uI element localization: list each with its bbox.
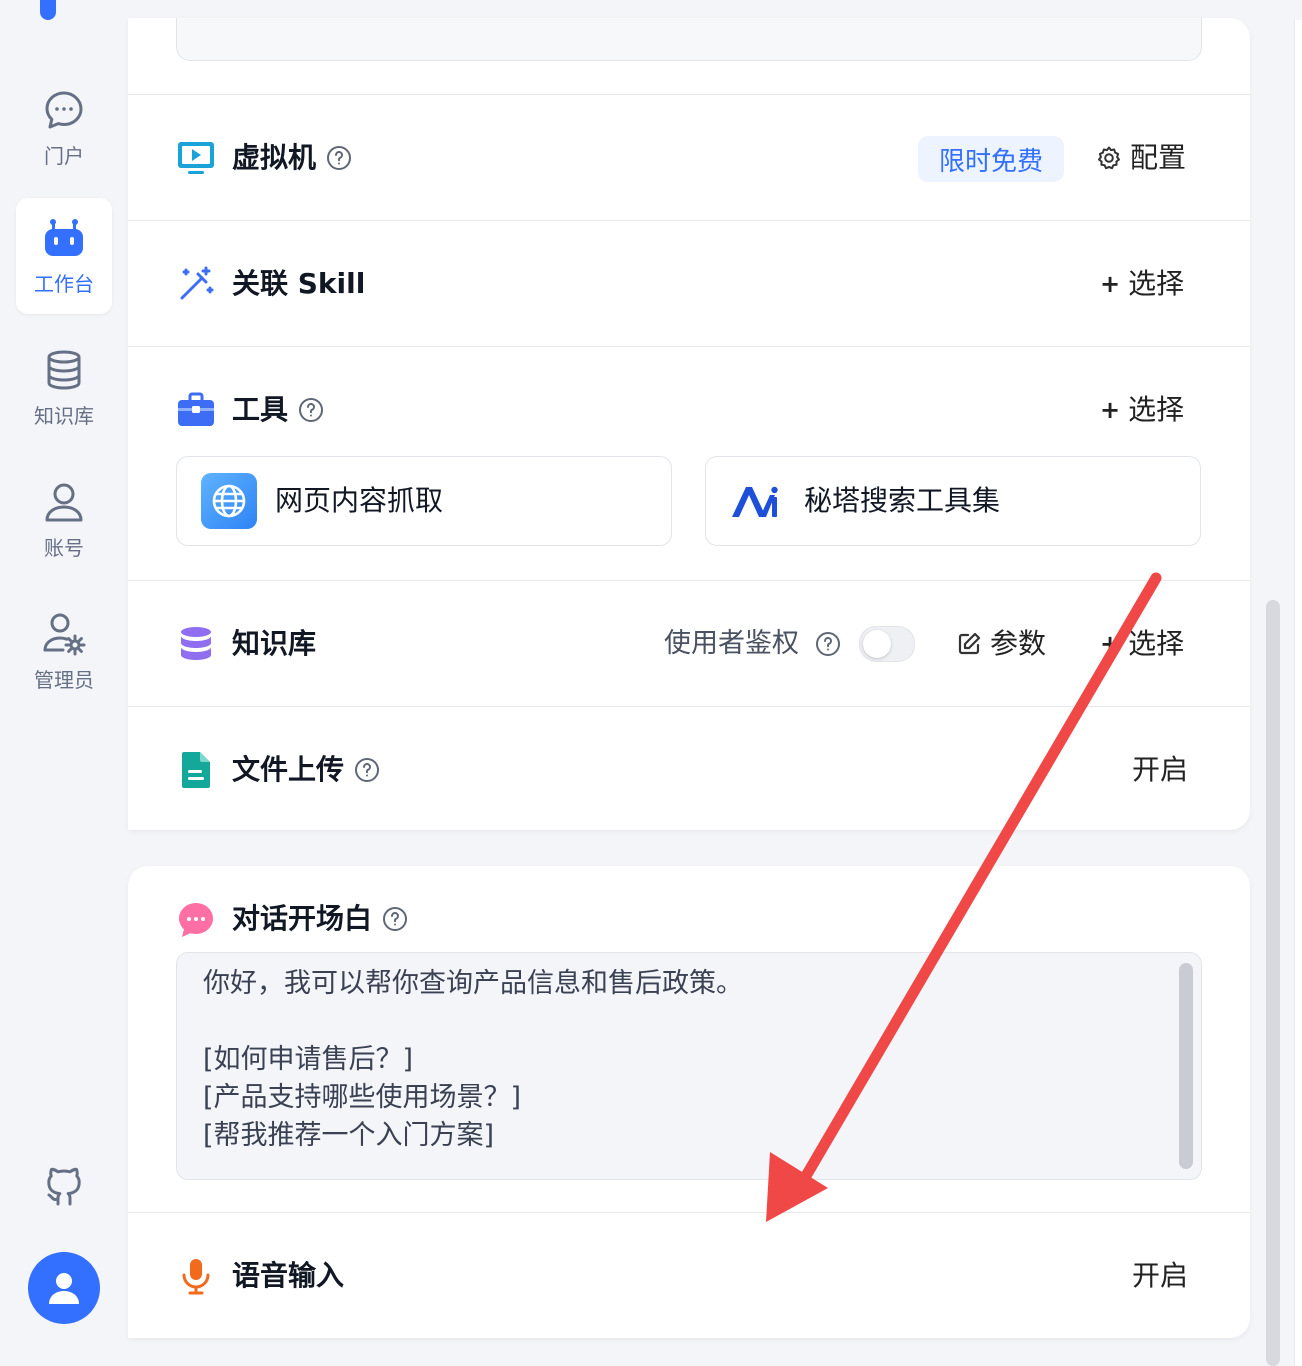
params-label: 参数 bbox=[990, 627, 1047, 660]
voice-title: 语音输入 bbox=[232, 1259, 345, 1292]
file-icon bbox=[182, 752, 210, 788]
plus-icon: + bbox=[1100, 270, 1121, 298]
help-icon[interactable] bbox=[354, 757, 380, 783]
edit-icon bbox=[958, 632, 981, 655]
help-icon[interactable] bbox=[382, 906, 408, 932]
opening-textarea[interactable]: 你好，我可以帮你查询产品信息和售后政策。 [如何申请售后？] [产品支持哪些使用… bbox=[176, 952, 1202, 1180]
sidebar-item-label: 账号 bbox=[44, 535, 84, 560]
knowledge-title: 知识库 bbox=[232, 627, 317, 660]
vm-config-button[interactable]: 配置 bbox=[1096, 139, 1186, 177]
database-icon bbox=[47, 350, 81, 390]
tools-select-button[interactable]: + 选择 bbox=[1100, 391, 1184, 429]
dialog-card: 对话开场白 你好，我可以帮你查询产品信息和售后政策。 [如何申请售后？] [产品… bbox=[128, 866, 1250, 1338]
prompt-input-box[interactable] bbox=[176, 18, 1202, 61]
vm-title: 虚拟机 bbox=[232, 141, 317, 174]
params-button[interactable]: 参数 bbox=[956, 625, 1046, 663]
free-badge: 限时免费 bbox=[918, 136, 1064, 182]
plus-icon: + bbox=[1100, 396, 1121, 424]
voice-enable-button[interactable]: 开启 bbox=[1132, 1257, 1188, 1295]
database-icon bbox=[181, 627, 211, 660]
user-avatar-icon bbox=[49, 1273, 79, 1304]
sidebar-item-knowledge[interactable]: 知识库 bbox=[16, 330, 112, 446]
sidebar-item-label: 管理员 bbox=[34, 667, 94, 692]
metaso-logo-icon bbox=[730, 473, 786, 529]
upload-enable-button[interactable]: 开启 bbox=[1132, 751, 1188, 789]
help-icon[interactable] bbox=[326, 145, 352, 171]
sidebar-item-label: 工作台 bbox=[34, 271, 94, 296]
upload-title: 文件上传 bbox=[232, 753, 345, 786]
sidebar-item-label: 门户 bbox=[44, 143, 84, 168]
skill-row: 关联 Skill + 选择 bbox=[128, 220, 1250, 347]
upload-row: 文件上传 开启 bbox=[128, 706, 1250, 833]
knowledge-select-button[interactable]: + 选择 bbox=[1100, 625, 1184, 663]
user-avatar[interactable] bbox=[28, 1252, 100, 1324]
knowledge-select-label: 选择 bbox=[1128, 627, 1185, 660]
tool-card-metaso-search[interactable]: 秘塔搜索工具集 bbox=[705, 456, 1201, 546]
auth-label: 使用者鉴权 bbox=[664, 628, 799, 659]
sidebar: 门户 工作台 知识库 账号 管理员 bbox=[0, 0, 128, 1366]
knowledge-row: 知识库 使用者鉴权 参数 + 选择 bbox=[128, 580, 1250, 707]
gear-icon bbox=[1098, 146, 1120, 170]
opening-text: 你好，我可以帮你查询产品信息和售后政策。 [如何申请售后？] [产品支持哪些使用… bbox=[203, 968, 743, 1151]
textarea-scrollbar[interactable] bbox=[1179, 963, 1193, 1169]
right-panel-edge bbox=[1294, 20, 1302, 1366]
skill-select-label: 选择 bbox=[1128, 267, 1185, 300]
sidebar-item-admin[interactable]: 管理员 bbox=[16, 594, 112, 710]
tool-name: 网页内容抓取 bbox=[275, 484, 444, 517]
tools-title: 工具 bbox=[232, 393, 289, 426]
sidebar-item-portal[interactable]: 门户 bbox=[16, 70, 112, 186]
toolbox-icon bbox=[178, 392, 214, 426]
page-scrollbar[interactable] bbox=[1266, 600, 1280, 1366]
sidebar-item-workbench[interactable]: 工作台 bbox=[16, 198, 112, 314]
chat-dots-icon bbox=[179, 903, 213, 937]
user-icon bbox=[45, 483, 83, 521]
microphone-icon bbox=[182, 1259, 210, 1295]
sidebar-item-label: 知识库 bbox=[34, 403, 94, 428]
vm-row: 虚拟机 配置 bbox=[128, 94, 1250, 221]
auth-toggle[interactable] bbox=[859, 626, 915, 662]
globe-icon bbox=[201, 473, 257, 529]
tool-card-web-scraper[interactable]: 网页内容抓取 bbox=[176, 456, 672, 546]
chat-bubble-icon bbox=[45, 91, 83, 128]
user-gear-icon bbox=[43, 613, 86, 655]
tools-select-label: 选择 bbox=[1128, 393, 1185, 426]
monitor-play-icon bbox=[178, 142, 214, 174]
vm-config-label: 配置 bbox=[1130, 141, 1187, 174]
help-icon[interactable] bbox=[298, 397, 324, 423]
sidebar-item-account[interactable]: 账号 bbox=[16, 462, 112, 578]
magic-wand-icon bbox=[180, 266, 214, 300]
github-icon[interactable] bbox=[42, 1164, 86, 1208]
robot-icon bbox=[45, 218, 83, 256]
skill-title: 关联 Skill bbox=[232, 267, 366, 300]
plus-icon: + bbox=[1100, 630, 1121, 658]
skill-select-button[interactable]: + 选择 bbox=[1100, 265, 1184, 303]
tool-name: 秘塔搜索工具集 bbox=[804, 484, 1001, 517]
help-icon[interactable] bbox=[815, 631, 841, 657]
voice-row: 语音输入 开启 bbox=[128, 1212, 1250, 1339]
config-card: 虚拟机 配置 限时免费 关联 Skill + 选择 工具 + 选择 网页内容抓取… bbox=[128, 18, 1250, 830]
opening-title: 对话开场白 bbox=[232, 902, 373, 935]
